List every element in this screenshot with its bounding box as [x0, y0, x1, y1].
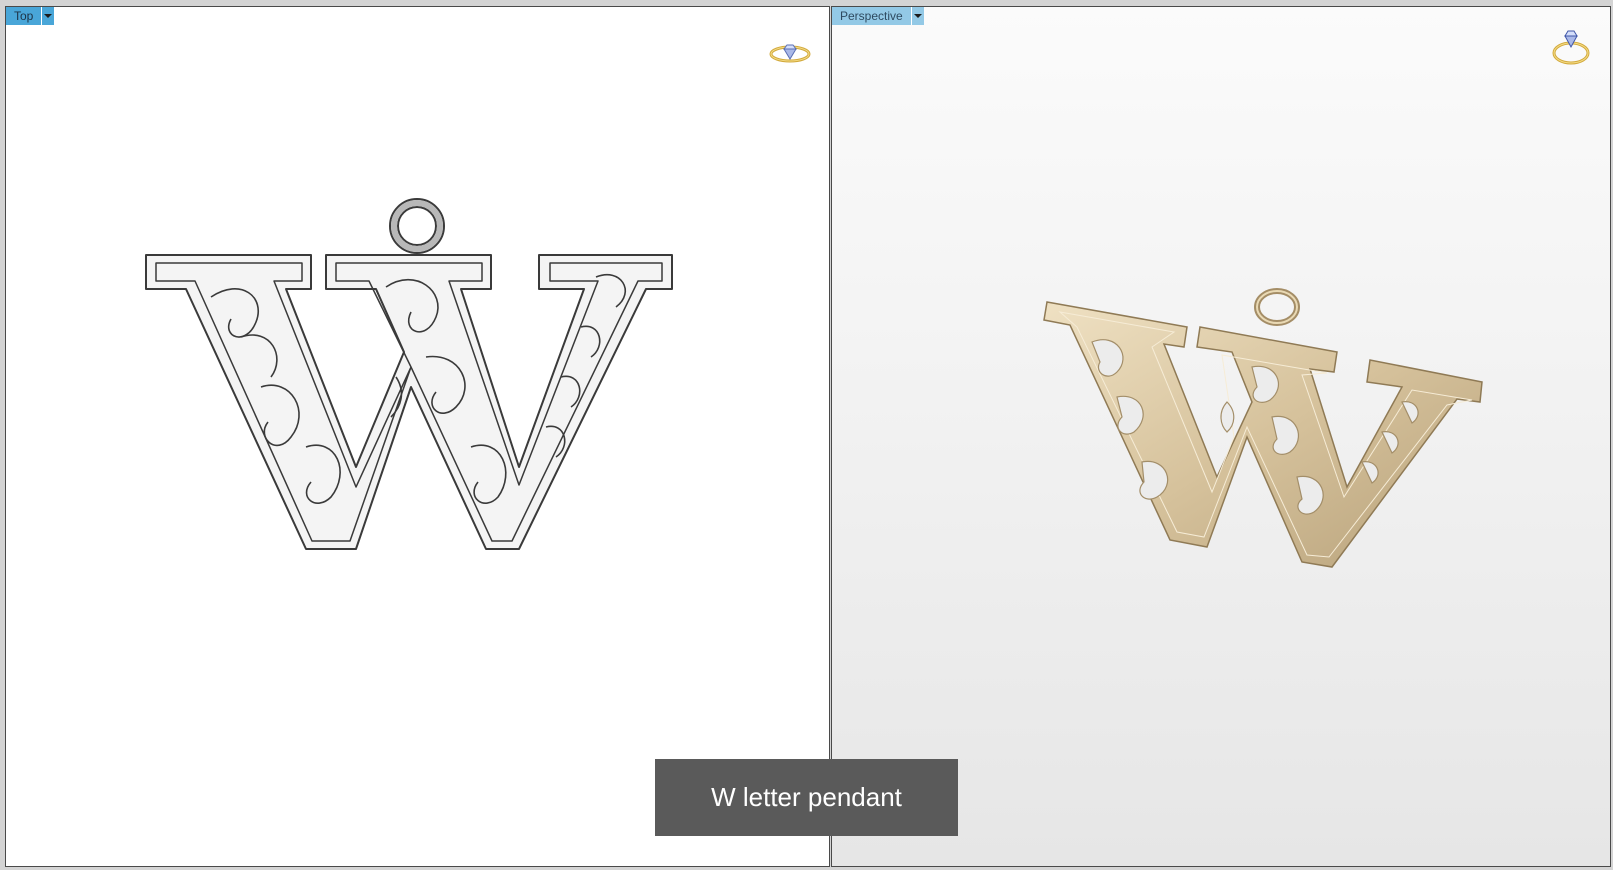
caption-banner: W letter pendant: [655, 759, 958, 836]
pendant-render: [832, 7, 1610, 866]
top-viewport[interactable]: Top: [5, 6, 830, 867]
pendant-wireframe: [6, 7, 829, 866]
perspective-viewport[interactable]: Perspective: [831, 6, 1611, 867]
